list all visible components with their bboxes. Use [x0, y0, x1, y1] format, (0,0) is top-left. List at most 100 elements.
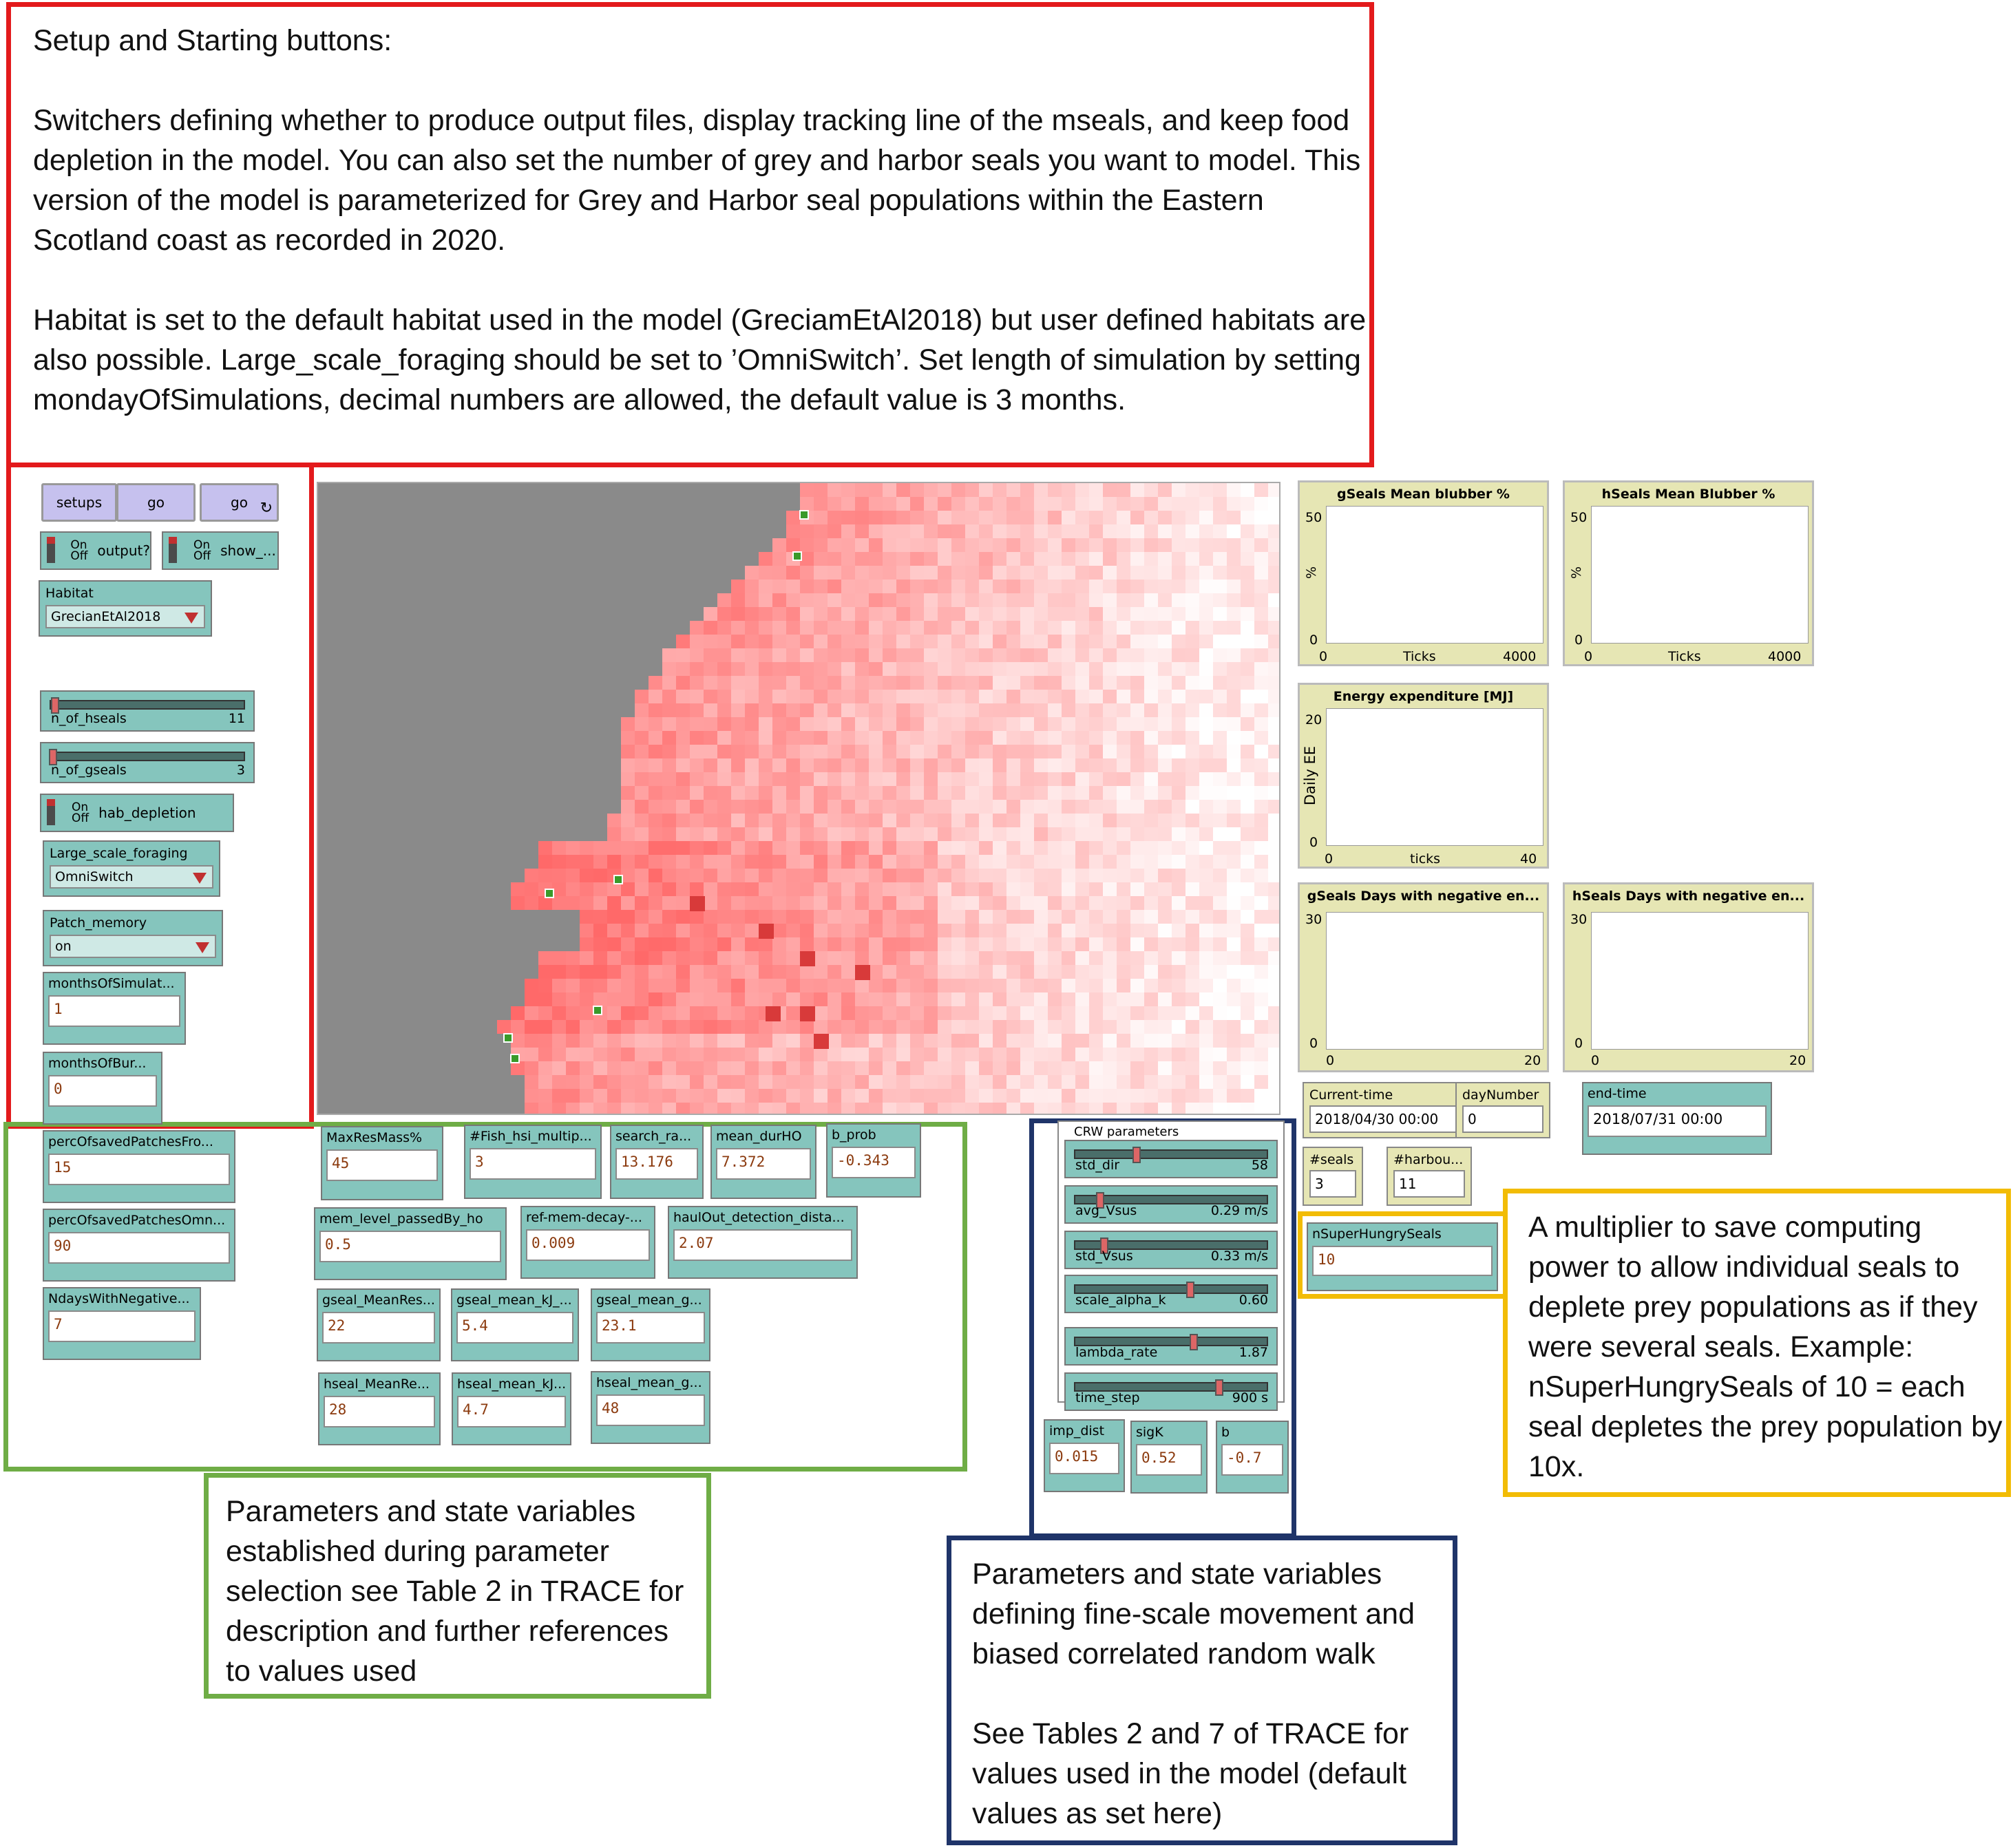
input-value[interactable]: 2.07: [673, 1229, 852, 1261]
input-value[interactable]: 7.372: [716, 1148, 811, 1180]
input-value[interactable]: 7: [48, 1310, 196, 1342]
n-of-hseals-slider[interactable]: n_of_hseals 11: [40, 690, 255, 732]
input-value[interactable]: 0.5: [319, 1231, 501, 1262]
input-value[interactable]: 0.52: [1136, 1444, 1202, 1476]
habitat-patch: [1117, 992, 1130, 1006]
ref-mem-decay-input[interactable]: ref-mem-decay-... 0.009: [520, 1206, 655, 1279]
large-scale-foraging-chooser[interactable]: Large_scale_foraging OmniSwitch: [43, 840, 220, 897]
perc-saved-patches-omn-input[interactable]: percOfsavedPatchesOmn... 90: [43, 1209, 235, 1282]
slider-track[interactable]: [48, 749, 245, 765]
slider-thumb[interactable]: [1185, 1282, 1194, 1298]
nsuperhungryseals-input[interactable]: nSuperHungrySeals 10: [1307, 1222, 1498, 1291]
mean-dur-ho-input[interactable]: mean_durHO 7.372: [710, 1125, 816, 1199]
max-res-mass-input[interactable]: MaxResMass% 45: [321, 1126, 443, 1200]
setups-button[interactable]: setups: [41, 483, 117, 522]
input-value[interactable]: -0.7: [1221, 1444, 1283, 1476]
input-value[interactable]: 5.4: [456, 1312, 573, 1343]
input-value[interactable]: 2018/07/31 00:00: [1588, 1105, 1767, 1137]
avg-vsus-slider[interactable]: avg_Vsus 0.29 m/s: [1064, 1185, 1278, 1224]
seal-agent[interactable]: [613, 875, 623, 884]
habitat-patch: [676, 758, 690, 772]
seal-agent[interactable]: [792, 551, 802, 561]
world-view[interactable]: [317, 482, 1280, 1115]
habitat-patch: [1199, 841, 1213, 855]
slider-thumb[interactable]: [1132, 1147, 1141, 1163]
hab-depletion-switch[interactable]: On Off hab_depletion: [40, 794, 234, 832]
seal-agent[interactable]: [510, 1054, 520, 1063]
habitat-patch: [814, 841, 828, 855]
input-value[interactable]: 3: [470, 1148, 596, 1180]
habitat-patch: [717, 648, 731, 662]
slider-thumb[interactable]: [1190, 1334, 1199, 1350]
habitat-patch: [1254, 772, 1268, 786]
gseal-mean-kj-input[interactable]: gseal_mean_kJ_... 5.4: [451, 1288, 579, 1361]
input-value[interactable]: 0: [48, 1075, 157, 1107]
slider-track[interactable]: [50, 697, 245, 714]
seal-agent[interactable]: [545, 889, 554, 898]
input-value[interactable]: 0.009: [526, 1229, 650, 1261]
end-time-input[interactable]: end-time 2018/07/31 00:00: [1582, 1082, 1772, 1155]
months-of-burn-in-input[interactable]: monthsOfBur... 0: [43, 1052, 162, 1125]
input-value[interactable]: 28: [324, 1396, 435, 1427]
hseal-mean-g-input[interactable]: hseal_mean_g... 48: [591, 1371, 710, 1444]
scale-alpha-k-slider[interactable]: scale_alpha_k 0.60: [1064, 1275, 1278, 1313]
go-forever-button[interactable]: go ↻: [200, 483, 279, 522]
habitat-patch: [1048, 1048, 1062, 1061]
haulout-detection-distance-input[interactable]: haulOut_detection_dista... 2.07: [668, 1206, 858, 1279]
b-prob-input[interactable]: b_prob -0.343: [826, 1123, 921, 1198]
hseal-mean-res-input[interactable]: hseal_MeanRe... 28: [318, 1372, 441, 1445]
input-value[interactable]: 10: [1312, 1246, 1493, 1276]
go-once-button[interactable]: go: [116, 483, 196, 522]
months-of-simulation-input[interactable]: monthsOfSimulat... 1: [43, 972, 186, 1045]
habitat-patch: [910, 855, 924, 869]
habitat-patch: [965, 1048, 979, 1061]
fish-hsi-multip-input[interactable]: #Fish_hsi_multip... 3: [464, 1125, 602, 1199]
seal-agent[interactable]: [799, 510, 809, 520]
search-radius-input[interactable]: search_ra... 13.176: [610, 1125, 704, 1199]
imp-dist-input[interactable]: imp_dist 0.015: [1044, 1419, 1125, 1492]
habitat-patch: [979, 731, 993, 745]
habitat-patch: [951, 896, 965, 910]
input-value[interactable]: 0.015: [1049, 1443, 1119, 1474]
habitat-chooser[interactable]: Habitat GrecianEtAl2018: [39, 580, 212, 637]
seal-agent[interactable]: [593, 1006, 602, 1015]
input-value[interactable]: 4.7: [457, 1396, 566, 1427]
input-value[interactable]: 45: [326, 1149, 438, 1181]
slider-thumb[interactable]: [1214, 1379, 1223, 1396]
habitat-patch: [593, 1048, 607, 1061]
habitat-patch: [841, 635, 855, 648]
lambda-rate-slider[interactable]: lambda_rate 1.87: [1064, 1327, 1278, 1366]
n-of-gseals-slider[interactable]: n_of_gseals 3: [40, 742, 255, 783]
input-value[interactable]: 15: [48, 1154, 230, 1185]
seal-agent[interactable]: [503, 1033, 513, 1043]
patch-memory-chooser[interactable]: Patch_memory on: [43, 910, 223, 966]
b-input[interactable]: b -0.7: [1216, 1421, 1289, 1494]
gseal-mean-res-input[interactable]: gseal_MeanRes... 22: [317, 1288, 441, 1361]
output-switch[interactable]: On Off output?: [40, 531, 151, 570]
show-tracks-switch[interactable]: On Off show_...: [162, 531, 279, 570]
time-step-slider[interactable]: time_step 900 s: [1064, 1372, 1278, 1411]
habitat-patch: [1185, 662, 1199, 676]
input-value[interactable]: 48: [596, 1394, 705, 1426]
habitat-patch: [1213, 1048, 1227, 1061]
hseal-mean-kj-input[interactable]: hseal_mean_kJ... 4.7: [452, 1372, 571, 1445]
input-value[interactable]: 13.176: [615, 1148, 698, 1180]
input-value[interactable]: 22: [322, 1312, 435, 1343]
habitat-patch: [993, 607, 1006, 621]
ndays-with-negative-input[interactable]: NdaysWithNegative... 7: [43, 1287, 201, 1360]
habitat-patch: [910, 1020, 924, 1034]
habitat-patch: [1158, 937, 1172, 951]
seal-habitat-map[interactable]: [318, 483, 1280, 1115]
habitat-patch: [772, 979, 786, 992]
sigk-input[interactable]: sigK 0.52: [1130, 1421, 1208, 1494]
gseal-mean-g-input[interactable]: gseal_mean_g... 23.1: [591, 1288, 710, 1361]
input-value[interactable]: 23.1: [596, 1312, 705, 1343]
habitat-patch: [1144, 869, 1158, 882]
perc-saved-patches-fro-input[interactable]: percOfsavedPatchesFro... 15: [43, 1130, 235, 1203]
std-vsus-slider[interactable]: std_Vsus 0.33 m/s: [1064, 1231, 1278, 1269]
input-value[interactable]: 90: [48, 1232, 230, 1264]
mem-level-passed-by-ho-input[interactable]: mem_level_passedBy_ho 0.5: [314, 1207, 507, 1280]
input-value[interactable]: -0.343: [832, 1147, 916, 1178]
std-dir-slider[interactable]: std_dir 58: [1064, 1140, 1278, 1178]
input-value[interactable]: 1: [48, 995, 180, 1027]
